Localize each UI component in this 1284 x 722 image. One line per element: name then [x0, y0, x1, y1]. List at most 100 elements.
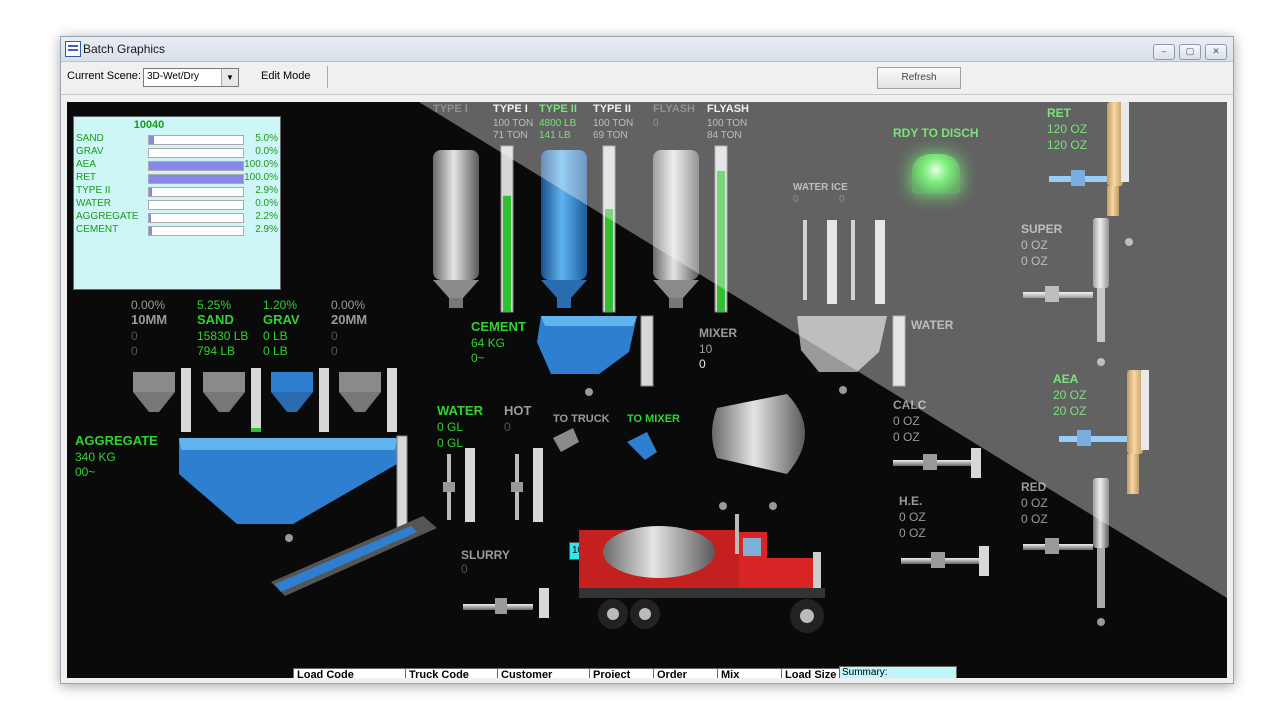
- batch-graphics-window: Batch Graphics ‒ ▢ ✕ Current Scene: 3D-Wet…: [60, 36, 1234, 684]
- minimize-button[interactable]: ‒: [1153, 44, 1175, 60]
- admix-v2: 0 OZ: [1021, 512, 1048, 526]
- aggregate-name: 20MM: [331, 312, 368, 327]
- admix-v1: 0 OZ: [1021, 496, 1048, 510]
- admix-name: RET: [1047, 106, 1071, 120]
- silo-cap: 0: [653, 118, 659, 129]
- silo-type-ii: [541, 150, 587, 308]
- silo-flyash: [653, 150, 699, 308]
- aggregate-value-2: 0: [131, 344, 138, 358]
- panel-row-bar: [148, 161, 244, 171]
- panel-row: WATER 0.0%: [76, 198, 278, 211]
- admix-name: H.E.: [899, 494, 923, 508]
- silo-level-fill: [717, 170, 725, 312]
- panel-row-percent: 100.0%: [244, 172, 278, 183]
- silo-cap: 4800 LB: [539, 118, 577, 129]
- close-button[interactable]: ✕: [1205, 44, 1227, 60]
- panel-row-bar: [148, 174, 244, 184]
- admix-name: SUPER: [1021, 222, 1063, 236]
- maximize-button[interactable]: ▢: [1179, 44, 1201, 60]
- panel-row-bar: [148, 187, 244, 197]
- aggregate-label: AGGREGATE: [75, 433, 158, 448]
- panel-row-bar: [148, 148, 244, 158]
- silo-cap: 100 TON: [493, 118, 534, 129]
- silo-type-i: [433, 150, 479, 308]
- table-header-cell[interactable]: Customer: [497, 668, 592, 678]
- cement-hopper: [537, 315, 654, 396]
- aggregate-value-1: 0: [331, 329, 338, 343]
- mixer-truck-icon: [579, 514, 825, 633]
- panel-row: AGGREGATE 2.2%: [76, 211, 278, 224]
- panel-row-percent: 2.2%: [255, 211, 278, 222]
- silo-wt: 69 TON: [593, 130, 628, 141]
- water-value-1: 0 GL: [437, 420, 464, 434]
- spin-arrows-icon[interactable]: ▲ ▼: [590, 543, 600, 559]
- refresh-button[interactable]: Refresh: [877, 67, 961, 89]
- cement-extra: 0~: [471, 351, 485, 365]
- panel-row: SAND 5.0%: [76, 133, 278, 146]
- water-value-2: 0 GL: [437, 436, 464, 450]
- silo-name: TYPE I: [433, 103, 468, 115]
- toolbar-divider: [327, 66, 328, 88]
- panel-row-bar: [148, 200, 244, 210]
- panel-row-percent: 100.0%: [244, 159, 278, 170]
- app-icon: [65, 41, 81, 57]
- water-ice-value-2: 0: [839, 194, 845, 205]
- aggregate-value-2: 794 LB: [197, 344, 236, 358]
- to-mixer-label: TO MIXER: [627, 413, 680, 425]
- silo-wt: 141 LB: [539, 130, 571, 141]
- panel-row: RET 100.0%: [76, 172, 278, 185]
- batch-scene: 10040 SAND 5.0% GRAV 0.0% AEA 100.0% RET 100.0%…: [67, 102, 1227, 678]
- silo-name: TYPE II: [593, 103, 631, 115]
- to-truck-chute: [553, 428, 579, 452]
- silo-level-gauge: [500, 145, 514, 313]
- aggregate-weight: 340 KG: [75, 450, 116, 464]
- table-header-cell[interactable]: Mix: [717, 668, 784, 678]
- aggregate-extra: 00~: [75, 465, 96, 479]
- to-mixer-chute: [627, 432, 657, 460]
- panel-row: GRAV 0.0%: [76, 146, 278, 159]
- batch-progress-panel: 10040 SAND 5.0% GRAV 0.0% AEA 100.0% RET 100.0%…: [73, 116, 281, 290]
- edit-mode-button[interactable]: Edit Mode: [261, 70, 311, 82]
- admix-v2: 0 OZ: [899, 526, 926, 540]
- cement-label: CEMENT: [471, 319, 526, 334]
- aggregate-percent: 0.00%: [331, 298, 366, 312]
- water-ice-value-1: 0: [793, 194, 799, 205]
- aggregate-name: SAND: [197, 312, 234, 327]
- mixer-drum: [712, 394, 805, 510]
- admix-v2: 20 OZ: [1053, 404, 1087, 418]
- water-ice-label: WATER ICE: [793, 182, 848, 193]
- table-header-cell[interactable]: Load Code: [293, 668, 408, 678]
- admix-v1: 0 OZ: [1021, 238, 1048, 252]
- slurry-valve: [463, 588, 549, 618]
- table-header-cell[interactable]: Project: [589, 668, 656, 678]
- panel-row-name: WATER: [76, 198, 111, 209]
- aggregate-value-2: 0 LB: [263, 344, 288, 358]
- scene-select-value: 3D-Wet/Dry: [147, 71, 200, 82]
- aggregate-value-2: 0: [331, 344, 338, 358]
- aggregate-percent: 5.25%: [197, 298, 232, 312]
- panel-row-bar: [148, 135, 244, 145]
- he-valve: [901, 546, 989, 576]
- table-header-cell[interactable]: Load Size: [781, 668, 844, 678]
- panel-row-name: TYPE II: [76, 185, 111, 196]
- aggregate-name: 10MM: [131, 312, 168, 327]
- aggregate-percent: 1.20%: [263, 298, 298, 312]
- table-header-cell[interactable]: Truck Code: [405, 668, 500, 678]
- aggregate-name: GRAV: [263, 312, 300, 327]
- silo-level-fill: [605, 209, 613, 312]
- scene-select[interactable]: 3D-Wet/Dry ▼: [143, 68, 239, 87]
- silo-name: TYPE I: [493, 103, 528, 115]
- truck-load-spinbox[interactable]: 100 ▲ ▼: [569, 542, 601, 560]
- chevron-down-icon[interactable]: ▼: [221, 69, 238, 86]
- table-header-cell[interactable]: Order: [653, 668, 720, 678]
- water-valves: [443, 448, 543, 522]
- admix-v1: 20 OZ: [1053, 388, 1087, 402]
- slurry-label: SLURRY: [461, 548, 510, 562]
- water-hopper-label: WATER: [911, 318, 954, 332]
- panel-row-name: SAND: [76, 133, 104, 144]
- ready-to-discharge-label: RDY TO DISCH: [893, 126, 979, 140]
- aggregate-value-1: 0: [131, 329, 138, 343]
- water-ice-weigh: [803, 220, 885, 304]
- batch-number: 10040: [133, 119, 165, 131]
- silo-cap: 100 TON: [593, 118, 634, 129]
